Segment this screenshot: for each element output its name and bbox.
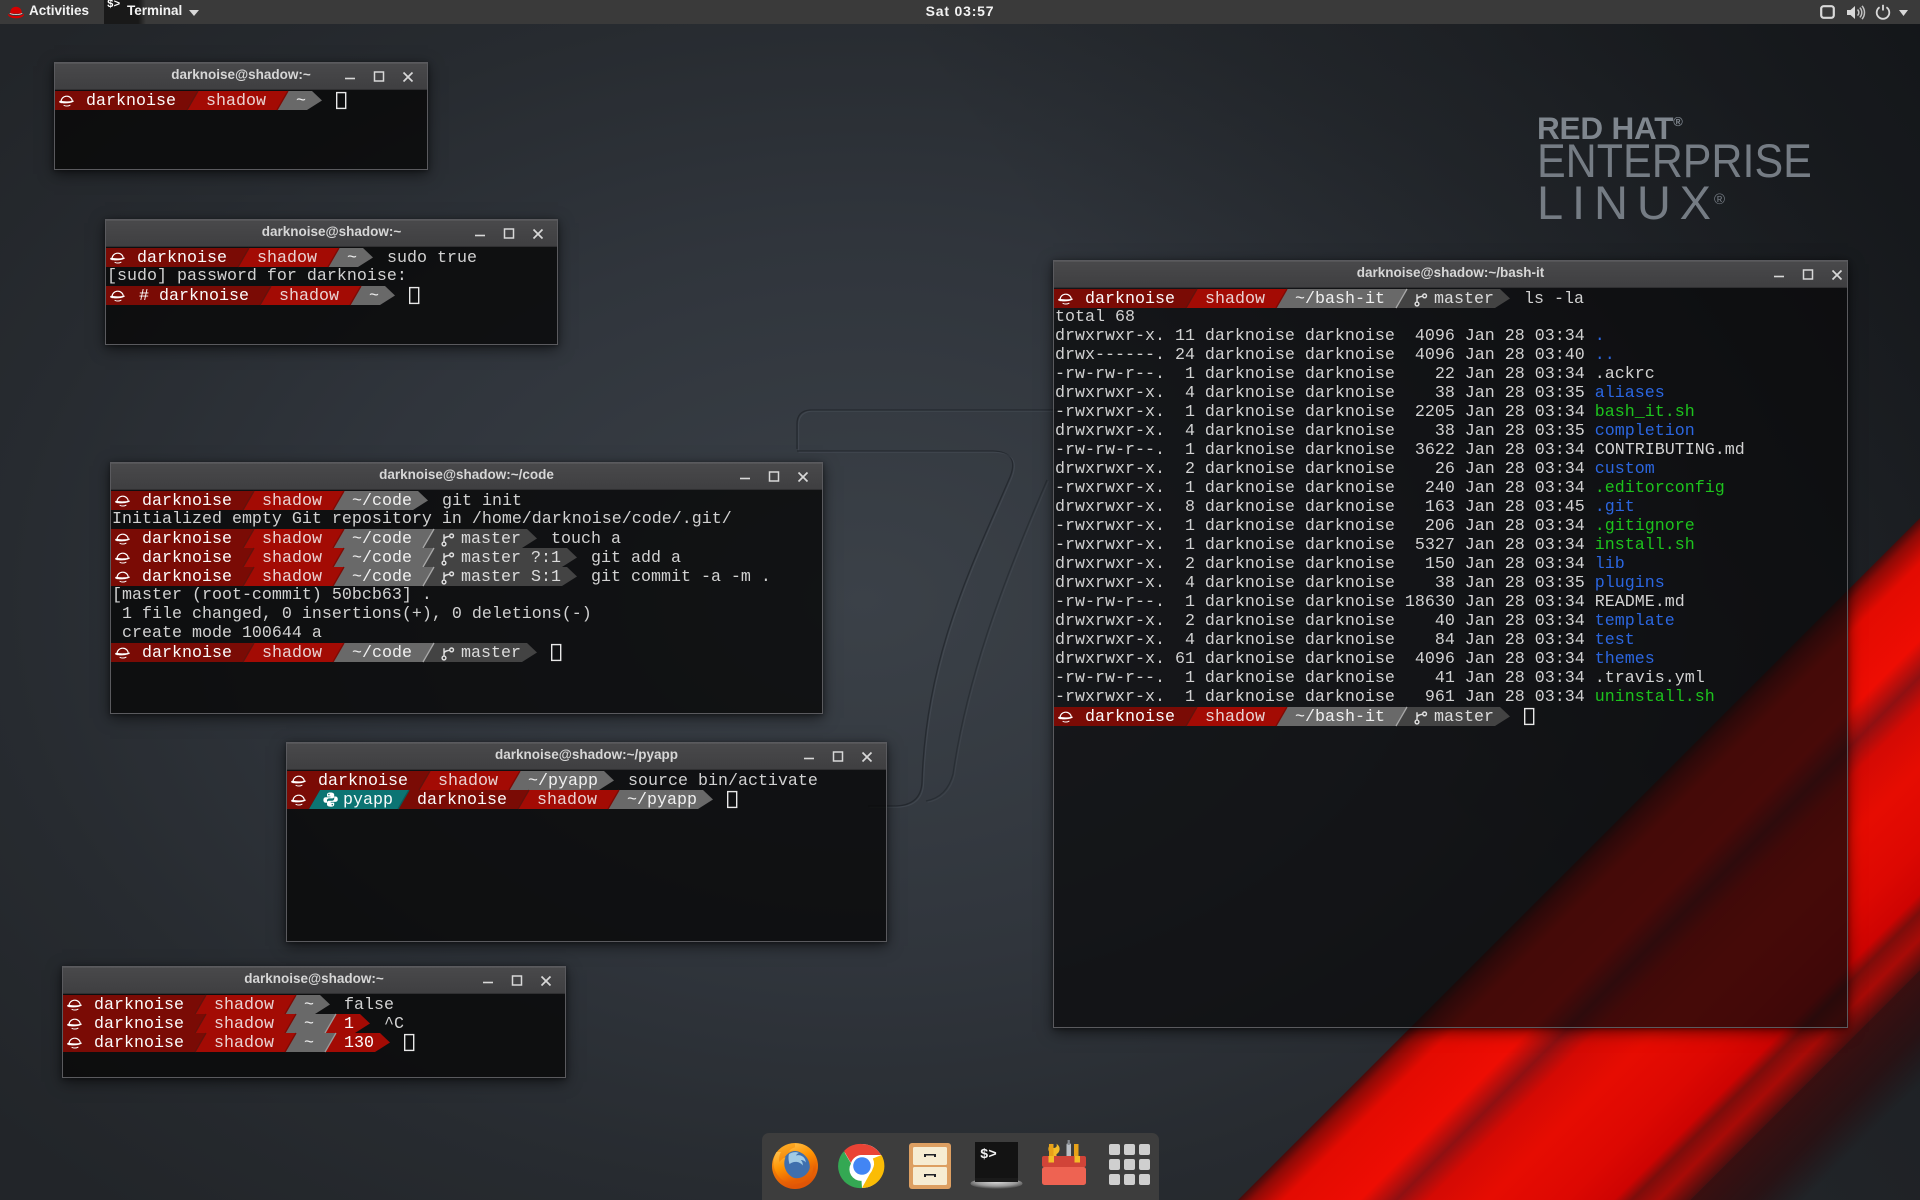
svg-text:1: 1	[344, 1015, 354, 1034]
svg-text:~: ~	[296, 92, 306, 111]
svg-text:darknoise: darknoise	[142, 530, 232, 549]
svg-text:darknoise: darknoise	[142, 568, 232, 587]
svg-text:darknoise: darknoise	[142, 549, 232, 568]
svg-text:shadow: shadow	[262, 549, 322, 568]
svg-text:git add a: git add a	[591, 549, 681, 568]
svg-text:shadow: shadow	[1205, 708, 1265, 727]
svg-text:git commit -a -m .: git commit -a -m .	[591, 568, 771, 587]
svg-text:darknoise: darknoise	[94, 1034, 184, 1053]
svg-text:shadow: shadow	[262, 492, 322, 511]
svg-text:~: ~	[304, 1015, 314, 1034]
svg-text:master ?:1: master ?:1	[461, 549, 561, 568]
svg-text:shadow: shadow	[537, 791, 597, 810]
svg-text:shadow: shadow	[438, 772, 498, 791]
svg-text:shadow: shadow	[214, 996, 274, 1015]
svg-text:darknoise: darknoise	[94, 1015, 184, 1034]
svg-text:~/pyapp: ~/pyapp	[528, 772, 598, 791]
svg-text:master S:1: master S:1	[461, 568, 561, 587]
svg-text:~/code: ~/code	[352, 568, 412, 587]
svg-text:shadow: shadow	[214, 1015, 274, 1034]
svg-text:pyapp: pyapp	[343, 791, 393, 810]
svg-text:false: false	[344, 996, 394, 1015]
svg-text:# darknoise: # darknoise	[139, 287, 249, 306]
svg-text:master: master	[1434, 290, 1494, 309]
svg-text:master: master	[1434, 708, 1494, 727]
svg-text:~/code: ~/code	[352, 492, 412, 511]
svg-text:ls -la: ls -la	[1524, 290, 1584, 309]
svg-text:darknoise: darknoise	[142, 644, 232, 663]
svg-text:git init: git init	[442, 492, 522, 511]
svg-text:darknoise: darknoise	[1085, 708, 1175, 727]
svg-text:darknoise: darknoise	[137, 249, 227, 268]
svg-text:$>: $>	[980, 1147, 997, 1163]
svg-text:shadow: shadow	[206, 92, 266, 111]
svg-text:~: ~	[347, 249, 357, 268]
svg-text:sudo true: sudo true	[387, 249, 477, 268]
svg-text:~: ~	[304, 1034, 314, 1053]
svg-text:darknoise: darknoise	[94, 996, 184, 1015]
svg-text:~/pyapp: ~/pyapp	[627, 791, 697, 810]
svg-text:master: master	[461, 530, 521, 549]
svg-text:shadow: shadow	[262, 644, 322, 663]
svg-text:~/code: ~/code	[352, 549, 412, 568]
svg-text:darknoise: darknoise	[318, 772, 408, 791]
svg-text:darknoise: darknoise	[417, 791, 507, 810]
svg-text:~/code: ~/code	[352, 644, 412, 663]
svg-text:~: ~	[369, 287, 379, 306]
svg-text:130: 130	[344, 1034, 374, 1053]
svg-text:shadow: shadow	[1205, 290, 1265, 309]
svg-text:~: ~	[304, 996, 314, 1015]
svg-text:shadow: shadow	[214, 1034, 274, 1053]
svg-text:~/bash-it: ~/bash-it	[1295, 290, 1385, 309]
svg-text:~/code: ~/code	[352, 530, 412, 549]
svg-text:shadow: shadow	[262, 568, 322, 587]
svg-text:^C: ^C	[384, 1015, 404, 1034]
svg-text:shadow: shadow	[279, 287, 339, 306]
svg-text:master: master	[461, 644, 521, 663]
svg-text:darknoise: darknoise	[86, 92, 176, 111]
svg-text:~/bash-it: ~/bash-it	[1295, 708, 1385, 727]
svg-text:darknoise: darknoise	[1085, 290, 1175, 309]
svg-text:shadow: shadow	[262, 530, 322, 549]
svg-text:shadow: shadow	[257, 249, 317, 268]
svg-text:darknoise: darknoise	[142, 492, 232, 511]
svg-text:touch a: touch a	[551, 530, 621, 549]
svg-text:source bin/activate: source bin/activate	[628, 772, 818, 791]
